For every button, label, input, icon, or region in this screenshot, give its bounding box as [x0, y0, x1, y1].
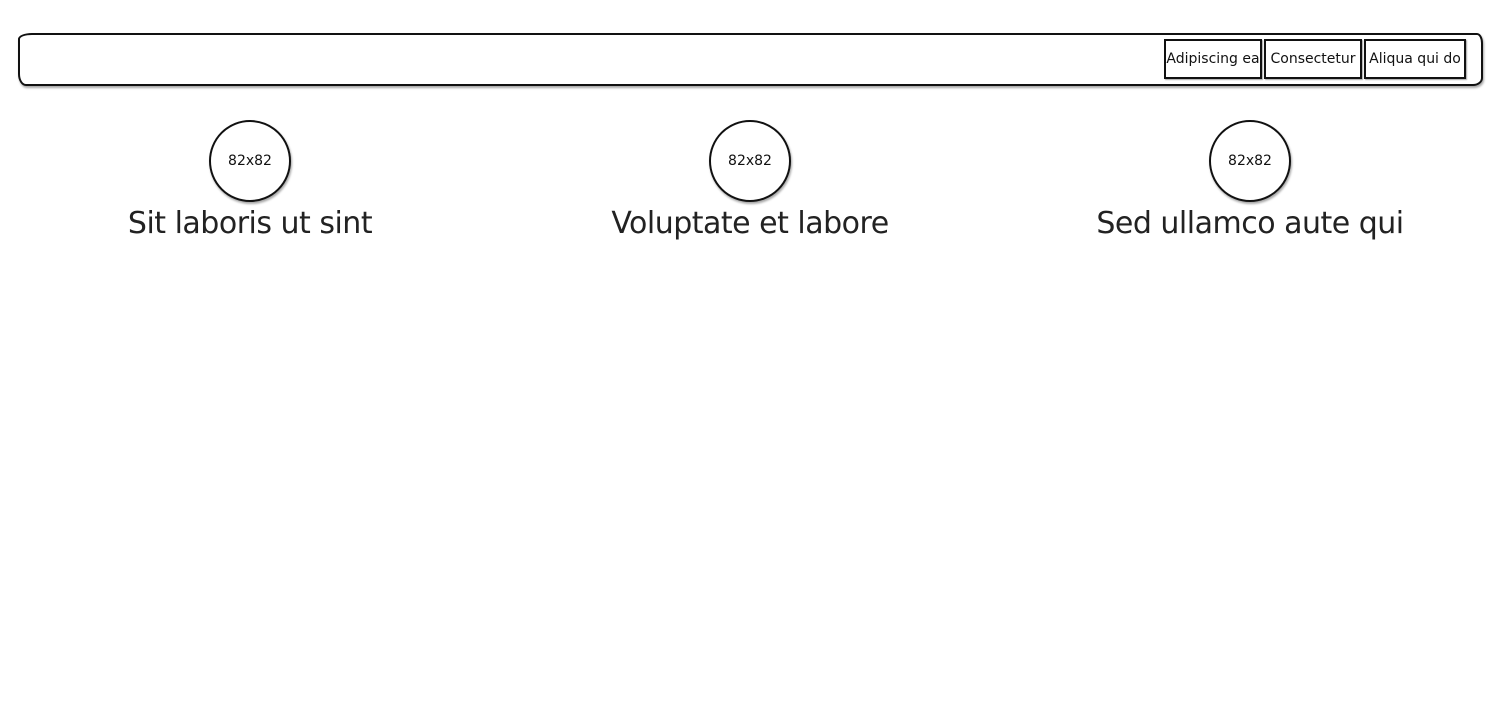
- feature-column-3: 82x82 Sed ullamco aute qui: [1000, 120, 1500, 244]
- nav-button-group: Adipiscing ea Consectetur Aliqua qui do: [1162, 39, 1466, 79]
- feature-column-1: 82x82 Sit laboris ut sint: [0, 120, 500, 244]
- feature-title: Sed ullamco aute qui: [1096, 206, 1404, 241]
- top-navbar: Adipiscing ea Consectetur Aliqua qui do: [18, 33, 1483, 86]
- feature-column-2: 82x82 Voluptate et labore: [500, 120, 1000, 244]
- nav-button-adipiscing[interactable]: Adipiscing ea: [1164, 39, 1262, 79]
- image-placeholder: 82x82: [709, 120, 791, 202]
- nav-button-aliqua[interactable]: Aliqua qui do: [1364, 39, 1466, 79]
- image-placeholder: 82x82: [209, 120, 291, 202]
- nav-button-consectetur[interactable]: Consectetur: [1264, 39, 1362, 79]
- feature-title: Sit laboris ut sint: [127, 206, 373, 241]
- image-placeholder: 82x82: [1209, 120, 1291, 202]
- feature-title: Voluptate et labore: [611, 206, 889, 241]
